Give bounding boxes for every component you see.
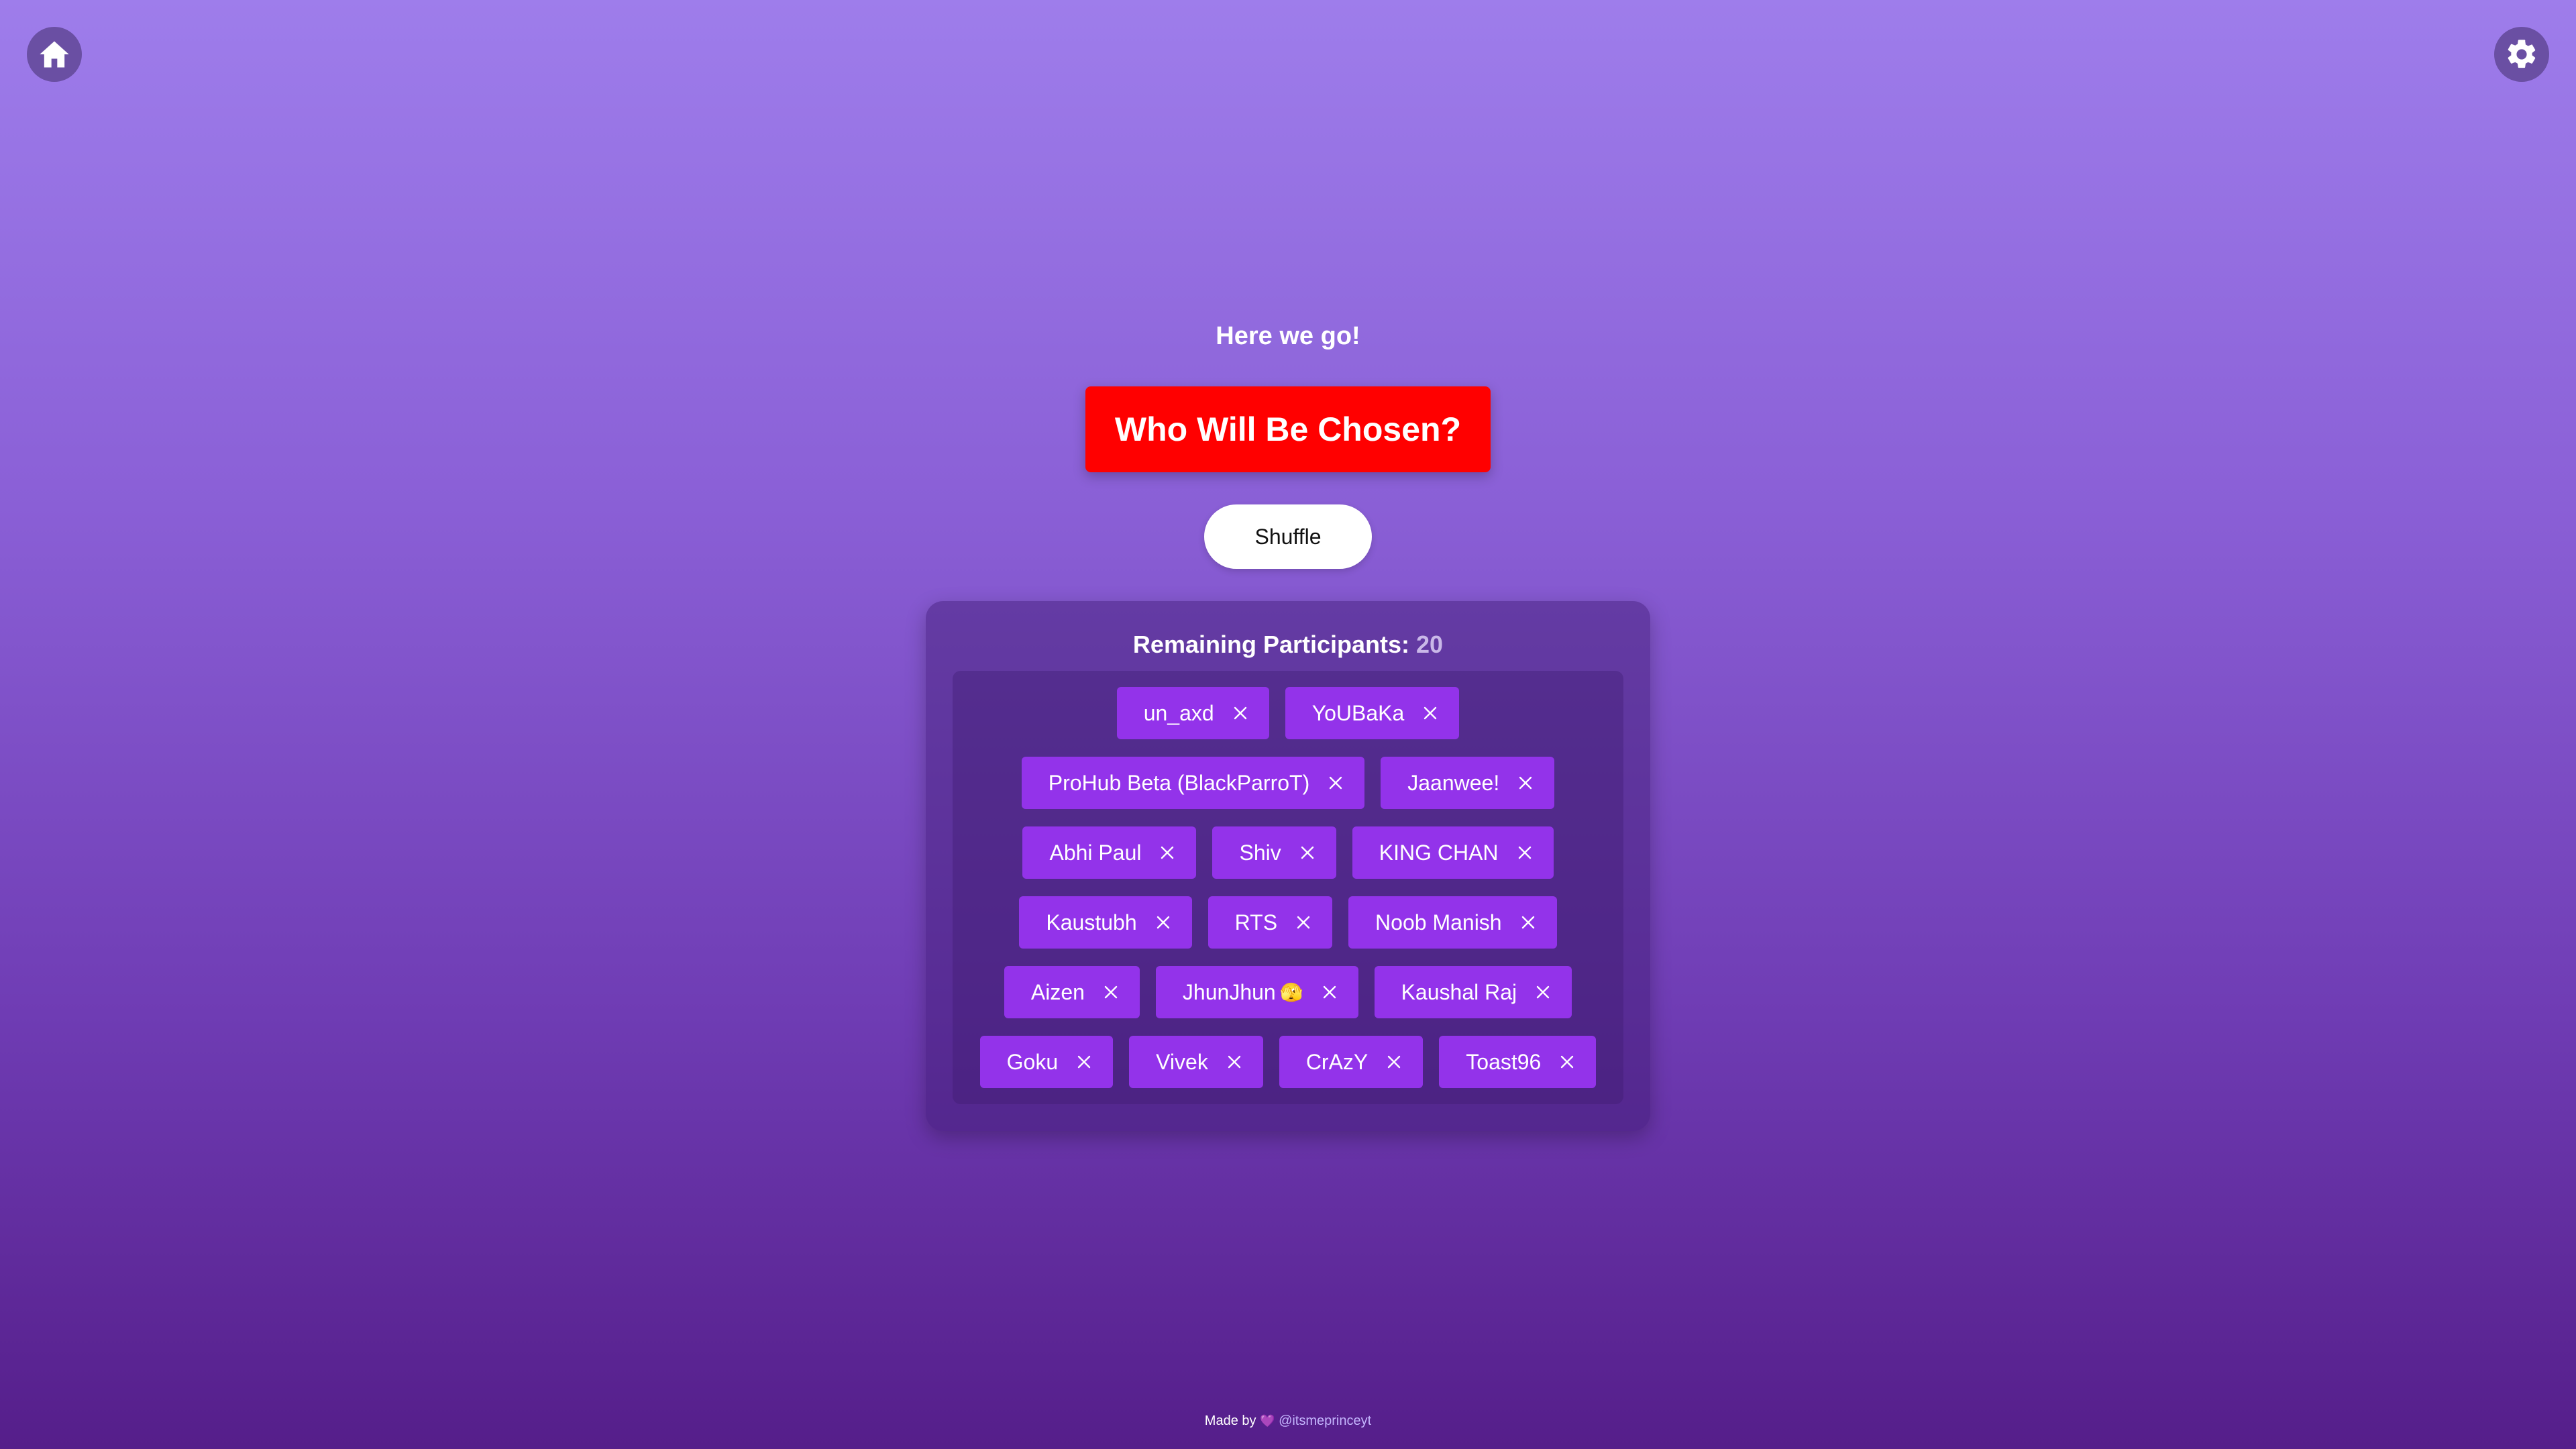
participant-name: ProHub Beta (BlackParroT): [1048, 770, 1310, 795]
participant-name: RTS: [1234, 910, 1278, 934]
close-icon: [1077, 1055, 1091, 1069]
participant-row: Abhi Paul Shiv KING CHAN: [1022, 826, 1554, 879]
close-icon: [1157, 916, 1169, 929]
remove-participant-button[interactable]: [1519, 914, 1537, 931]
participant-name: Jaanwee!: [1407, 770, 1500, 795]
subtitle: Here we go!: [1216, 322, 1360, 350]
participant-name: KING CHAN: [1379, 840, 1499, 865]
close-icon: [1161, 846, 1174, 859]
close-icon: [1301, 846, 1313, 859]
participant-list: un_axd YoUBaKa ProHub Beta (BlackParroT) Ja…: [953, 671, 1623, 1104]
participant-name: JhunJhun: [1182, 979, 1276, 1004]
close-icon: [1234, 706, 1246, 720]
close-icon: [1519, 776, 1532, 790]
participants-title: Remaining Participants: 20: [1133, 628, 1443, 661]
participant-name: Aizen: [1030, 979, 1085, 1004]
participant-name: Vivek: [1156, 1049, 1208, 1074]
footer: Made by 💜 @itsmeprinceyt: [0, 1413, 2576, 1429]
main-content: Here we go! Who Will Be Chosen? Shuffle …: [0, 0, 2576, 1131]
participant-chip: Vivek: [1129, 1036, 1263, 1088]
participant-chip: Toast96: [1439, 1036, 1597, 1088]
close-icon: [1521, 916, 1534, 929]
footer-made-by: Made by: [1204, 1413, 1256, 1428]
participant-name: CrAzY: [1305, 1049, 1368, 1074]
close-icon: [1518, 846, 1531, 859]
participant-chip: Jaanwee!: [1381, 757, 1555, 809]
participant-chip: Kaushal Raj: [1374, 966, 1572, 1018]
participant-row: Aizen JhunJhun 🫣 Kaushal Raj: [1004, 966, 1572, 1018]
chosen-display: Who Will Be Chosen?: [1085, 386, 1491, 472]
participant-chip: ProHub Beta (BlackParroT): [1021, 757, 1365, 809]
participant-name: Toast96: [1466, 1049, 1542, 1074]
participant-name: Kaushal Raj: [1401, 979, 1517, 1004]
participant-row: un_axd YoUBaKa: [1116, 687, 1460, 739]
remove-participant-button[interactable]: [1385, 1053, 1403, 1071]
close-icon: [1228, 1055, 1241, 1069]
participants-count: 20: [1416, 631, 1444, 658]
close-icon: [1323, 985, 1336, 999]
participant-name: Goku: [1006, 1049, 1059, 1074]
participant-row: Goku Vivek CrAzY Toast96: [979, 1036, 1597, 1088]
heart-icon: 💜: [1260, 1414, 1275, 1428]
remove-participant-button[interactable]: [1155, 914, 1172, 931]
participant-name: Kaustubh: [1046, 910, 1137, 934]
participant-emoji: 🫣: [1279, 981, 1303, 1003]
remove-participant-button[interactable]: [1421, 704, 1439, 722]
participants-panel: Remaining Participants: 20 un_axd YoUBaKa…: [926, 601, 1650, 1131]
remove-participant-button[interactable]: [1102, 983, 1120, 1001]
participant-chip: un_axd: [1116, 687, 1269, 739]
participant-row: ProHub Beta (BlackParroT) Jaanwee!: [1021, 757, 1555, 809]
close-icon: [1104, 985, 1118, 999]
participant-name: YoUBaKa: [1311, 700, 1405, 725]
participant-chip: YoUBaKa: [1285, 687, 1460, 739]
close-icon: [1388, 1055, 1401, 1069]
participant-chip: Goku: [979, 1036, 1114, 1088]
participant-row: Kaustubh RTS Noob Manish: [1019, 896, 1557, 949]
participant-name: Noob Manish: [1375, 910, 1502, 934]
remove-participant-button[interactable]: [1534, 983, 1552, 1001]
participant-chip: RTS: [1208, 896, 1333, 949]
close-icon: [1424, 706, 1437, 720]
remove-participant-button[interactable]: [1232, 704, 1249, 722]
remove-participant-button[interactable]: [1159, 844, 1176, 861]
remove-participant-button[interactable]: [1321, 983, 1338, 1001]
close-icon: [1561, 1055, 1574, 1069]
participant-name: Shiv: [1239, 840, 1281, 865]
remove-participant-button[interactable]: [1558, 1053, 1576, 1071]
participant-chip: Kaustubh: [1019, 896, 1192, 949]
participant-chip: Aizen: [1004, 966, 1140, 1018]
footer-handle[interactable]: @itsmeprinceyt: [1279, 1413, 1371, 1428]
participant-chip: JhunJhun 🫣: [1155, 966, 1358, 1018]
participant-chip: CrAzY: [1279, 1036, 1424, 1088]
participants-title-label: Remaining Participants:: [1132, 631, 1410, 658]
remove-participant-button[interactable]: [1517, 774, 1534, 792]
close-icon: [1297, 916, 1310, 929]
participant-name: Abhi Paul: [1049, 840, 1142, 865]
remove-participant-button[interactable]: [1299, 844, 1316, 861]
participant-chip: KING CHAN: [1352, 826, 1554, 879]
shuffle-button[interactable]: Shuffle: [1204, 504, 1372, 569]
remove-participant-button[interactable]: [1226, 1053, 1243, 1071]
close-icon: [1536, 985, 1550, 999]
participant-name: un_axd: [1143, 700, 1214, 725]
participant-chip: Shiv: [1212, 826, 1336, 879]
remove-participant-button[interactable]: [1516, 844, 1534, 861]
participant-chip: Abhi Paul: [1022, 826, 1197, 879]
remove-participant-button[interactable]: [1327, 774, 1344, 792]
close-icon: [1330, 776, 1342, 790]
remove-participant-button[interactable]: [1075, 1053, 1093, 1071]
remove-participant-button[interactable]: [1295, 914, 1312, 931]
participant-chip: Noob Manish: [1348, 896, 1557, 949]
